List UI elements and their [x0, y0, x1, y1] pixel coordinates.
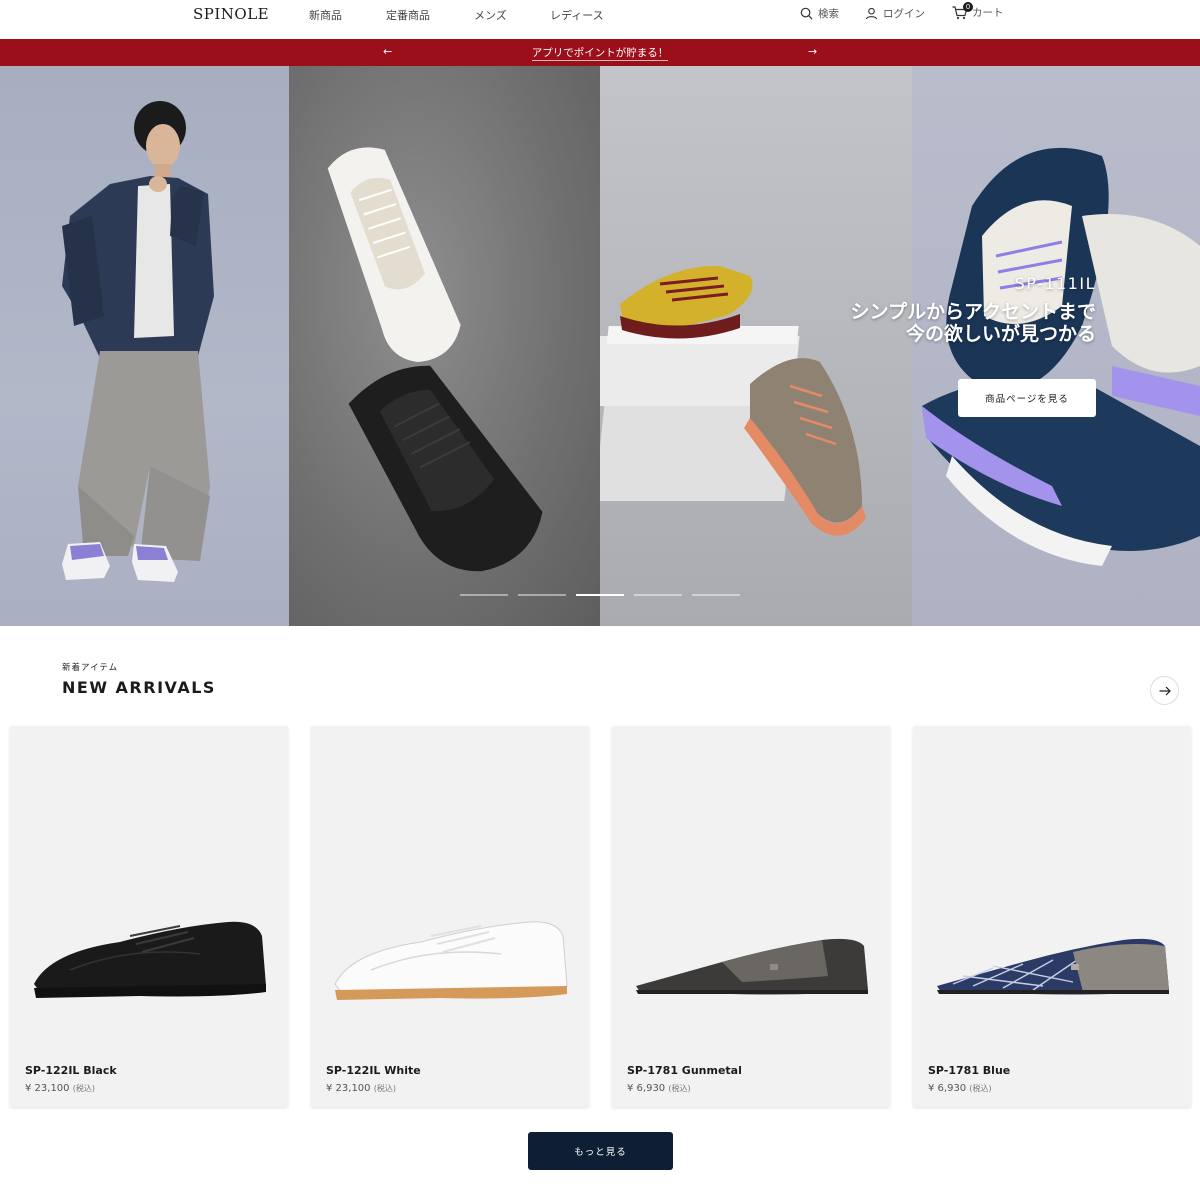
- product-image-sp-122il-black[interactable]: [30, 906, 270, 1016]
- announcement-bar: ← アプリでポイントが貯まる！ →: [0, 39, 1200, 66]
- product-tax-label: (税込): [969, 1084, 992, 1093]
- slide-dot-3[interactable]: [576, 594, 624, 596]
- shoes-illustration-navy: [922, 147, 1200, 566]
- hero-slideshow: SP-111IL シンプルからアクセントまで 今の欲しいが見つかる 商品ページを…: [0, 66, 1200, 626]
- section-subtitle: 新着アイテム: [62, 663, 119, 673]
- announcement-text[interactable]: アプリでポイントが貯まる！: [531, 47, 669, 61]
- announcement-next-arrow[interactable]: →: [808, 45, 817, 58]
- hero-tagline-line-1: シンプルからアクセントまで: [850, 301, 1096, 323]
- product-image-sp-1781-gunmetal[interactable]: [632, 906, 872, 1016]
- site-logo[interactable]: SPINOLE: [193, 5, 269, 23]
- product-image-sp-122il-white[interactable]: [331, 906, 571, 1016]
- product-price: ¥ 6,930 (税込): [928, 1083, 992, 1094]
- hero-image-boxes-shoes: [600, 66, 912, 626]
- product-price-value: ¥ 23,100: [326, 1083, 371, 1094]
- slide-dot-2[interactable]: [518, 594, 566, 596]
- shoes-illustration-bw: [327, 147, 543, 572]
- product-price-value: ¥ 6,930: [627, 1083, 666, 1094]
- site-header: SPINOLE 新商品 定番商品 メンズ レディース 検索 ログイン 0 カート: [0, 0, 1200, 40]
- product-price-value: ¥ 23,100: [25, 1083, 70, 1094]
- product-card-2[interactable]: SP-122IL White ¥ 23,100 (税込): [311, 726, 589, 1107]
- user-icon: [865, 7, 878, 20]
- product-price: ¥ 6,930 (税込): [627, 1083, 691, 1094]
- hero-image-white-black-shoes: [289, 66, 600, 626]
- hero-model-name: SP-111IL: [1014, 274, 1096, 293]
- product-card-4[interactable]: SP-1781 Blue ¥ 6,930 (税込): [913, 726, 1191, 1107]
- product-tax-label: (税込): [373, 1084, 396, 1093]
- cart-count-badge: 0: [963, 1, 973, 12]
- cart-icon-wrap: 0: [952, 1, 973, 20]
- search-icon: [800, 7, 813, 20]
- product-price-value: ¥ 6,930: [928, 1083, 967, 1094]
- cart-link[interactable]: 0 カート: [952, 1, 1004, 20]
- shoes-illustration-boxes: [600, 265, 866, 536]
- nav-mens[interactable]: メンズ: [474, 7, 507, 23]
- section-title: NEW ARRIVALS: [62, 678, 216, 697]
- product-name[interactable]: SP-122IL Black: [25, 1064, 117, 1077]
- nav-new-items[interactable]: 新商品: [309, 7, 342, 23]
- login-label: ログイン: [883, 8, 925, 20]
- slide-dot-5[interactable]: [692, 594, 740, 596]
- nav-standard-items[interactable]: 定番商品: [386, 7, 430, 23]
- model-illustration: [62, 101, 214, 582]
- hero-tagline: シンプルからアクセントまで 今の欲しいが見つかる: [851, 301, 1096, 345]
- product-name[interactable]: SP-1781 Gunmetal: [627, 1064, 742, 1077]
- product-name[interactable]: SP-122IL White: [326, 1064, 421, 1077]
- view-product-button[interactable]: 商品ページを見る: [958, 379, 1096, 417]
- search-label: 検索: [818, 8, 839, 20]
- hero-image-sp-111il: [912, 66, 1200, 626]
- product-tax-label: (税込): [668, 1084, 691, 1093]
- product-card-1[interactable]: SP-122IL Black ¥ 23,100 (税込): [10, 726, 288, 1107]
- hero-tagline-line-2: 今の欲しいが見つかる: [905, 323, 1096, 345]
- see-more-button[interactable]: もっと見る: [528, 1132, 673, 1170]
- slide-dot-1[interactable]: [460, 594, 508, 596]
- search-link[interactable]: 検索: [800, 6, 839, 21]
- hero-copy: SP-111IL シンプルからアクセントまで 今の欲しいが見つかる: [851, 274, 1096, 345]
- product-image-sp-1781-blue[interactable]: [933, 906, 1173, 1016]
- slide-indicators: [460, 594, 750, 596]
- hero-image-model: [0, 66, 289, 626]
- carousel-next-button[interactable]: [1150, 676, 1179, 705]
- cart-label: カート: [972, 7, 1004, 19]
- product-price: ¥ 23,100 (税込): [25, 1083, 95, 1094]
- product-tax-label: (税込): [72, 1084, 95, 1093]
- product-name[interactable]: SP-1781 Blue: [928, 1064, 1010, 1077]
- product-card-3[interactable]: SP-1781 Gunmetal ¥ 6,930 (税込): [612, 726, 890, 1107]
- announcement-message[interactable]: アプリでポイントが貯まる！: [0, 45, 1200, 61]
- slide-dot-4[interactable]: [634, 594, 682, 596]
- arrow-right-icon: [1159, 686, 1171, 695]
- nav-ladies[interactable]: レディース: [550, 7, 604, 23]
- login-link[interactable]: ログイン: [865, 6, 925, 21]
- product-price: ¥ 23,100 (税込): [326, 1083, 396, 1094]
